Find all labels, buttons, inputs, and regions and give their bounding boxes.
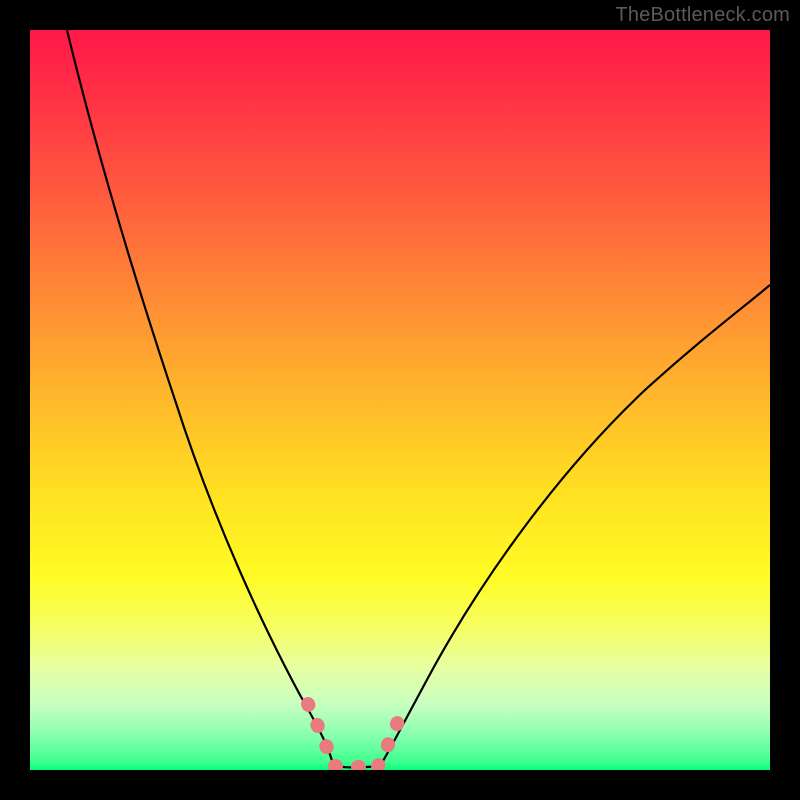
curve-right-branch	[380, 285, 770, 766]
chart-frame	[30, 30, 770, 770]
chart-curves-svg	[30, 30, 770, 770]
curve-left-branch	[67, 30, 333, 765]
watermark-text: TheBottleneck.com	[615, 4, 790, 27]
pink-dotted-right	[378, 706, 404, 766]
